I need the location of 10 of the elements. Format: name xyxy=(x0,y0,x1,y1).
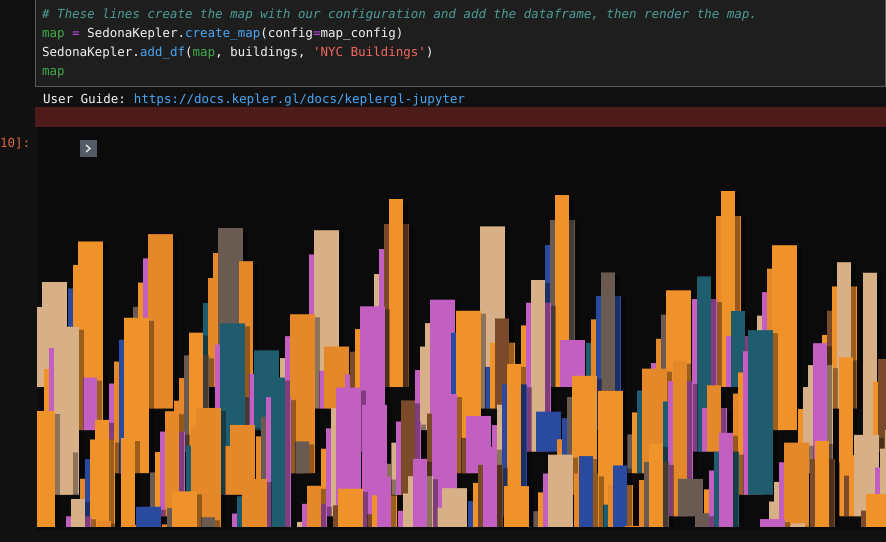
code-line: # These lines create the map with our configuration and add the dataframe, then render the map. xyxy=(42,5,758,23)
user-guide-label: User Guide: xyxy=(43,91,126,106)
expand-panel-button[interactable] xyxy=(80,140,97,157)
code-line: map = SedonaKepler.create_map(config=map_config) xyxy=(42,24,404,42)
cell-prompt: 10]: xyxy=(0,135,30,150)
code-line: SedonaKepler.add_df(map, buildings, 'NYC Buildings') xyxy=(42,43,434,61)
code-cell[interactable] xyxy=(35,0,886,87)
chevron-right-icon xyxy=(85,144,92,153)
code-line: map xyxy=(42,62,66,80)
user-guide-link[interactable]: https://docs.kepler.gl/docs/keplergl-jupyter xyxy=(134,91,465,106)
